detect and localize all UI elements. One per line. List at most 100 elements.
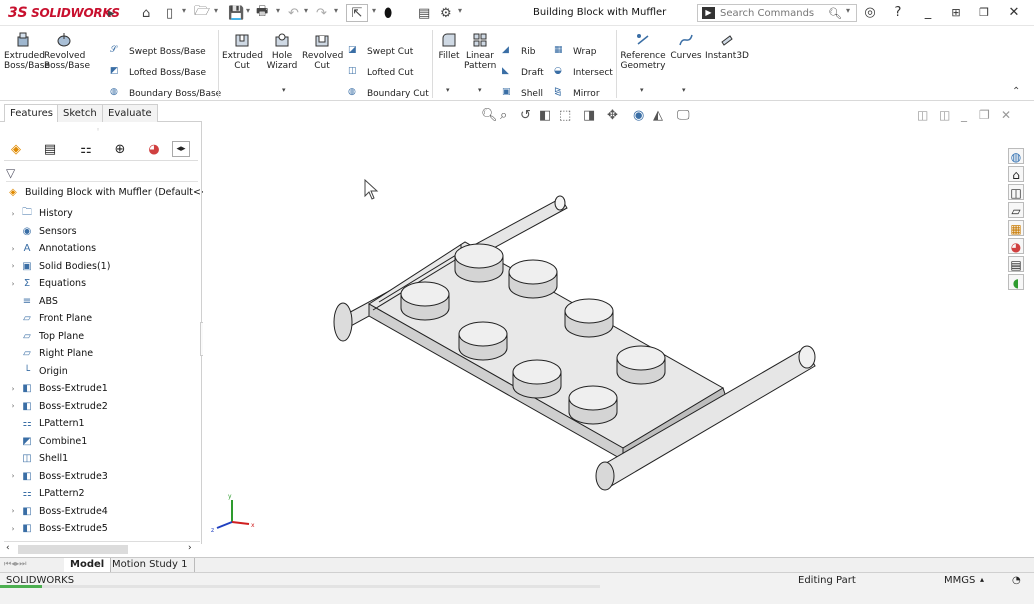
- select-dropdown-icon[interactable]: ▾: [372, 6, 376, 15]
- rib-button[interactable]: ◢ Rib: [502, 45, 535, 59]
- tree-item[interactable]: › 🗀 History: [8, 205, 73, 222]
- close-button[interactable]: ✕: [1004, 4, 1024, 22]
- tab-model[interactable]: Model: [64, 558, 112, 573]
- expand-arrow-icon[interactable]: ›: [8, 507, 18, 515]
- hole-wizard-button[interactable]: Hole Wizard: [264, 32, 300, 71]
- extruded-boss-button[interactable]: Extruded Boss/Base: [4, 32, 50, 71]
- swept-boss-button[interactable]: 𝒮 Swept Boss/Base: [110, 45, 206, 59]
- tree-item[interactable]: ◫ Shell1: [8, 450, 68, 467]
- redo-dropdown-icon[interactable]: ▾: [334, 6, 338, 15]
- configuration-manager-icon[interactable]: ⚏: [76, 141, 96, 159]
- tree-item[interactable]: › ◧ Boss-Extrude3: [8, 468, 108, 485]
- minimize-button[interactable]: _: [918, 4, 938, 22]
- print-dropdown-icon[interactable]: ▾: [276, 6, 280, 15]
- hole-wizard-dropdown-icon[interactable]: ▾: [282, 86, 286, 94]
- file-properties-icon[interactable]: ▤: [418, 4, 430, 22]
- tree-item[interactable]: › ◧ Boss-Extrude4: [8, 503, 108, 520]
- instant3d-button[interactable]: Instant3D: [704, 32, 750, 61]
- tree-horizontal-scrollbar[interactable]: ‹ ›: [4, 541, 200, 555]
- file-explorer-icon[interactable]: ▱: [1008, 202, 1024, 218]
- swept-cut-button[interactable]: ◪ Swept Cut: [348, 45, 413, 59]
- expand-arrow-icon[interactable]: ›: [8, 385, 18, 393]
- user-account-icon[interactable]: ◎: [860, 4, 880, 22]
- expand-arrow-icon[interactable]: ›: [8, 472, 18, 480]
- tree-item[interactable]: ◩ Combine1: [8, 433, 87, 450]
- tab-motion-study[interactable]: Motion Study 1: [106, 558, 195, 573]
- feature-manager-icon[interactable]: ◈: [6, 141, 26, 159]
- tree-item[interactable]: └ Origin: [8, 363, 68, 380]
- new-dropdown-icon[interactable]: ▾: [182, 6, 186, 15]
- tile-button[interactable]: ⊞: [946, 4, 966, 22]
- tree-item[interactable]: › ◧ Boss-Extrude1: [8, 380, 108, 397]
- tab-features[interactable]: Features: [4, 104, 59, 122]
- tab-evaluate[interactable]: Evaluate: [102, 104, 158, 122]
- linear-pattern-button[interactable]: Linear Pattern: [464, 32, 496, 71]
- reference-dropdown-icon[interactable]: ▾: [640, 86, 644, 94]
- tree-item[interactable]: ◉ Sensors: [8, 223, 77, 240]
- options-dropdown-icon[interactable]: ▾: [458, 6, 462, 15]
- units-selector[interactable]: MMGS: [944, 575, 975, 586]
- undo-dropdown-icon[interactable]: ▾: [304, 6, 308, 15]
- expand-arrow-icon[interactable]: ›: [8, 402, 18, 410]
- options-gear-icon[interactable]: ⚙: [440, 4, 452, 22]
- tree-item[interactable]: › ▣ Solid Bodies(1): [8, 258, 111, 275]
- print-icon[interactable]: 🖶: [256, 4, 268, 22]
- expand-menu-icon[interactable]: ▸: [108, 4, 115, 22]
- new-document-icon[interactable]: ▯: [166, 4, 173, 22]
- tree-item[interactable]: › A Annotations: [8, 240, 96, 257]
- status-user-icon[interactable]: ◔: [1012, 575, 1021, 586]
- expand-arrow-icon[interactable]: ›: [8, 525, 18, 533]
- open-dropdown-icon[interactable]: ▾: [214, 6, 218, 15]
- undo-icon[interactable]: ↶: [288, 4, 299, 22]
- home-icon[interactable]: ⌂: [142, 4, 150, 22]
- solidworks-forum-icon[interactable]: ◖: [1008, 274, 1024, 290]
- reference-geometry-button[interactable]: Reference Geometry: [620, 32, 666, 71]
- open-folder-icon[interactable]: 🗁: [194, 4, 210, 22]
- tree-item[interactable]: › Σ Equations: [8, 275, 86, 292]
- expand-arrow-icon[interactable]: ›: [8, 245, 18, 253]
- custom-properties-icon[interactable]: ▤: [1008, 256, 1024, 272]
- tree-item[interactable]: ⚏ LPattern2: [8, 485, 85, 502]
- boundary-boss-button[interactable]: ◍ Boundary Boss/Base: [110, 87, 221, 101]
- scroll-right-icon[interactable]: ›: [188, 543, 192, 553]
- curves-dropdown-icon[interactable]: ▾: [682, 86, 686, 94]
- redo-icon[interactable]: ↷: [316, 4, 327, 22]
- solidworks-logo[interactable]: 3S SOLIDWORKS: [8, 5, 120, 21]
- tree-item[interactable]: › ◧ Boss-Extrude2: [8, 398, 108, 415]
- tree-root[interactable]: ◈ Building Block with Muffler (Default<<…: [6, 184, 216, 201]
- tab-sketch[interactable]: Sketch: [57, 104, 103, 122]
- property-manager-icon[interactable]: ▤: [40, 141, 60, 159]
- intersect-button[interactable]: ◒ Intersect: [554, 66, 613, 80]
- tree-item[interactable]: › ◧ Boss-Extrude5: [8, 520, 108, 537]
- revolved-cut-button[interactable]: Revolved Cut: [302, 32, 343, 71]
- tree-item[interactable]: ▱ Front Plane: [8, 310, 92, 327]
- rebuild-icon[interactable]: ⬮: [384, 4, 392, 22]
- scroll-left-icon[interactable]: ‹: [6, 543, 10, 553]
- lofted-cut-button[interactable]: ◫ Lofted Cut: [348, 66, 414, 80]
- curves-button[interactable]: Curves: [670, 32, 702, 61]
- collapse-panel-icon[interactable]: ◦: [96, 126, 100, 134]
- design-library-icon[interactable]: ◫: [1008, 184, 1024, 200]
- units-dropdown-icon[interactable]: ▴: [980, 575, 984, 584]
- display-manager-icon[interactable]: ◕: [144, 141, 164, 159]
- restore-button[interactable]: ❐: [974, 4, 994, 22]
- home-icon[interactable]: ⌂: [1008, 166, 1024, 182]
- select-cursor-icon[interactable]: ⇱: [346, 4, 368, 22]
- collapse-ribbon-icon[interactable]: ⌃: [1012, 86, 1020, 97]
- draft-button[interactable]: ◣ Draft: [502, 66, 544, 80]
- extruded-cut-button[interactable]: Extruded Cut: [222, 32, 263, 71]
- view-palette-icon[interactable]: ▦: [1008, 220, 1024, 236]
- fillet-button[interactable]: Fillet: [436, 32, 462, 61]
- mirror-button[interactable]: ⧎ Mirror: [554, 87, 600, 101]
- dimxpert-icon[interactable]: ⊕: [110, 141, 130, 159]
- wrap-button[interactable]: ▦ Wrap: [554, 45, 596, 59]
- tree-item[interactable]: ▱ Right Plane: [8, 345, 93, 362]
- scrollbar-thumb[interactable]: [18, 545, 128, 554]
- help-icon[interactable]: ?: [888, 4, 908, 22]
- solidworks-resources-icon[interactable]: ◍: [1008, 148, 1024, 164]
- tree-item[interactable]: ⚏ LPattern1: [8, 415, 85, 432]
- expand-arrow-icon[interactable]: ›: [8, 210, 18, 218]
- graphics-area[interactable]: 🔍︎ ⌕ ↺ ◧ ⬚ ◨ ✥ ◉ ◭ 🖵 ◫ ◫ _ ❐ ✕ y x z: [203, 104, 1034, 556]
- search-icon[interactable]: 🔍︎: [828, 4, 842, 22]
- boundary-cut-button[interactable]: ◍ Boundary Cut: [348, 87, 429, 101]
